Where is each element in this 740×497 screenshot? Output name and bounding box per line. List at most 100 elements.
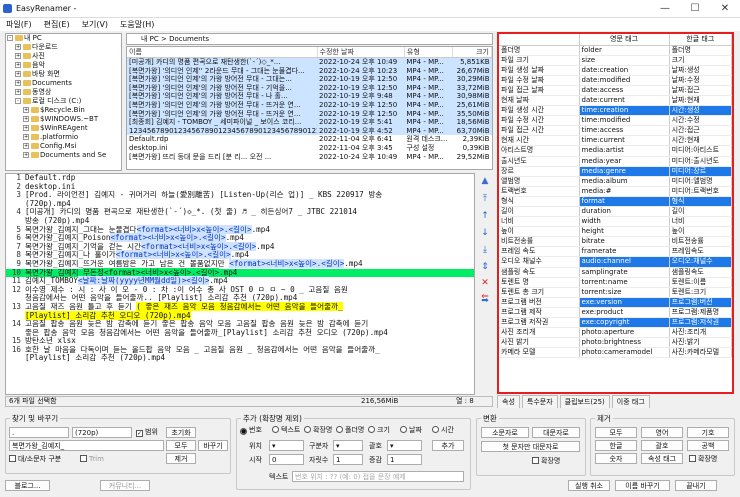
- convert-ext-checkbox[interactable]: 확장명: [532, 457, 560, 466]
- file-row[interactable]: [복면가왕] 뜨리 등대 문을 드리 [분 리... 오전 ... 2022-10…: [127, 153, 492, 162]
- tree-item[interactable]: + 다운로드: [6, 43, 121, 52]
- tree-expander-icon[interactable]: +: [23, 125, 29, 131]
- tree-item[interactable]: + 바탕 화면: [6, 70, 121, 79]
- move-top-icon[interactable]: ▲: [479, 175, 491, 187]
- remove-korean-button[interactable]: 한글: [595, 440, 637, 451]
- remove-space-button[interactable]: 공백: [687, 440, 729, 451]
- add-type-radio[interactable]: 폴더명: [336, 426, 364, 435]
- tag-row[interactable]: 프로그램 버전 exe:version 프로그램:버전: [499, 297, 732, 308]
- tag-row[interactable]: 파일 크기 size 크기: [499, 55, 732, 66]
- rename-editor[interactable]: 1 Default.rdp 2 desktop.ini 3 [Prod. 라이언전] 김예…: [5, 173, 475, 395]
- first-upper-button[interactable]: 첫 문자만 대문자로: [481, 441, 580, 452]
- tree-expander-icon[interactable]: -: [7, 35, 13, 41]
- tree-expander-icon[interactable]: +: [23, 143, 29, 149]
- tag-row[interactable]: 파일 접근 시간 time:access 시간:접근: [499, 125, 732, 137]
- tree-item[interactable]: + 동영상: [6, 88, 121, 97]
- tree-expander-icon[interactable]: -: [15, 98, 21, 104]
- remove-ext-checkbox[interactable]: 확장명: [689, 455, 717, 464]
- undo-button[interactable]: 실행 취소: [568, 480, 610, 491]
- uppercase-button[interactable]: 대문자로: [532, 427, 580, 438]
- tag-row[interactable]: 폴더명 folder 폴더명: [499, 45, 732, 56]
- file-row[interactable]: [복면가왕] '의디언 인제'의 가왕 방어전 무대 - 그대는... 2022-…: [127, 75, 492, 84]
- case-checkbox[interactable]: 대/소문자 구분: [9, 455, 61, 464]
- community-button[interactable]: 커뮤니티...: [100, 480, 150, 491]
- tag-row[interactable]: 높이 height 높이: [499, 226, 732, 238]
- start-input[interactable]: 0: [269, 454, 304, 465]
- file-row[interactable]: [미공개] 카디의 명품 편곡으로 재탄생한(`-´)◇_*... 2022-10…: [127, 57, 492, 67]
- tag-row[interactable]: 현재 날짜 date:current 날짜:현재: [499, 95, 732, 107]
- lowercase-button[interactable]: 소문자로: [481, 427, 529, 438]
- tree-expander-icon[interactable]: +: [15, 53, 21, 59]
- tree-expander-icon[interactable]: +: [15, 62, 21, 68]
- file-row[interactable]: 1234567890123456789012345678901234567890…: [127, 126, 492, 136]
- menu-view[interactable]: 보기(V): [76, 18, 114, 31]
- tree-expander-icon[interactable]: +: [23, 152, 29, 158]
- tag-row[interactable]: 사진 조리개 photo:aperture 사진:조리개: [499, 327, 732, 339]
- move-down-all-icon[interactable]: ⤓: [479, 244, 491, 256]
- editor-line[interactable]: [Playlist] 소리감 추천 (720p).mp4: [6, 354, 474, 363]
- maximize-button[interactable]: ☐: [680, 0, 710, 18]
- tree-item[interactable]: + 사진: [6, 52, 121, 61]
- tag-row[interactable]: 파일 접근 날짜 date:access 날짜:접근: [499, 85, 732, 96]
- exit-button[interactable]: 끝내기: [675, 480, 717, 491]
- move-up-all-icon[interactable]: ⤒: [479, 193, 491, 205]
- change-button[interactable]: 바꾸기: [198, 440, 228, 451]
- tag-row[interactable]: 프레임 속도 framerate 프레임속도: [499, 246, 732, 258]
- find-input-2[interactable]: (720p): [72, 427, 132, 438]
- increment-input[interactable]: 1: [387, 454, 422, 465]
- tag-row[interactable]: 앨범명 media:album 미디어:앨범명: [499, 176, 732, 187]
- find-all-button[interactable]: 모두: [166, 440, 196, 451]
- tag-row[interactable]: 샘플링 속도 samplingrate 샘플링속도: [499, 267, 732, 278]
- tag-panel[interactable]: 영문 태그 한글 태그 폴더명 folder 폴더명 파일 크기 size 크기 파일 생성…: [497, 32, 734, 394]
- tag-row[interactable]: 오디오 채널수 audio:channel 오디오:채널수: [499, 256, 732, 268]
- tag-row[interactable]: 현재 시간 time:current 시간:현재: [499, 135, 732, 147]
- minimize-button[interactable]: —: [650, 0, 680, 18]
- col-modified[interactable]: 수정한 날짜: [317, 47, 405, 58]
- editor-line[interactable]: 1 Default.rdp: [6, 174, 474, 183]
- menu-edit[interactable]: 편집(E): [38, 18, 76, 31]
- tag-row[interactable]: 너비 width 너비: [499, 216, 732, 228]
- add-button[interactable]: 추가: [432, 440, 464, 451]
- tree-item[interactable]: + Documents and Se: [6, 151, 121, 160]
- remove-all-button[interactable]: 모두: [595, 427, 637, 438]
- editor-line[interactable]: 좋은 팝송 음악 모음 청음감에서는 어떤 음악을 들어줄까_[Playlist…: [6, 328, 474, 338]
- menu-file[interactable]: 파일(F): [0, 18, 38, 31]
- move-up-icon[interactable]: ↑: [479, 210, 491, 222]
- find-input[interactable]: .: [9, 427, 69, 438]
- tag-row[interactable]: 장르 media:genre 미디어:장르: [499, 166, 732, 177]
- file-row[interactable]: [복면가왕] '의디언 인제'' 2라운드 무대 - 그대는 눈물겹다... 20…: [127, 66, 492, 76]
- tree-item[interactable]: + $WinREAgent: [6, 124, 121, 133]
- tree-item[interactable]: + .platformio: [6, 133, 121, 142]
- add-type-radio[interactable]: 시간: [432, 426, 454, 435]
- tag-row[interactable]: 사진 밝기 photo:brightness 사진:밝기: [499, 337, 732, 349]
- apply-arrow-icon[interactable]: ➡: [479, 295, 491, 307]
- tree-item[interactable]: + $WINDOWS.~BT: [6, 115, 121, 124]
- tab-clipboard[interactable]: 클립보드(25): [559, 395, 610, 408]
- tag-row[interactable]: 토렌트 명 torrent:name 토렌트:이름: [499, 277, 732, 288]
- swap-icon[interactable]: ⇕: [479, 261, 491, 273]
- tag-row[interactable]: 파일 수정 날짜 date:modified 날짜:수정: [499, 75, 732, 86]
- tree-expander-icon[interactable]: +: [15, 80, 21, 86]
- tag-row[interactable]: 파일 생성 시간 time:creation 시간:생성: [499, 105, 732, 117]
- bracket-select[interactable]: ▾: [387, 440, 422, 451]
- tag-row[interactable]: 카메라 모델 photo:cameramodel 사진:카메라모델: [499, 347, 732, 359]
- address-bar[interactable]: 내 PC > Documents: [126, 33, 493, 45]
- tag-row[interactable]: 파일 수정 시간 time:modified 시간:수정: [499, 115, 732, 127]
- add-type-radio[interactable]: ● 번호: [240, 426, 262, 435]
- tree-expander-icon[interactable]: +: [15, 71, 21, 77]
- add-type-radio[interactable]: 확장명: [304, 426, 332, 435]
- tree-item[interactable]: + Config.Msi: [6, 142, 121, 151]
- add-type-radio[interactable]: 크기: [368, 426, 390, 435]
- tab-properties[interactable]: 속성: [497, 395, 520, 408]
- tab-dual-tag[interactable]: 이중 태그: [611, 395, 650, 408]
- separator-select[interactable]: ▾: [333, 440, 363, 451]
- file-list[interactable]: 이름 수정한 날짜 유형 크기 [미공개] 카디의 명품 편곡으로 재탄생한(`…: [126, 46, 493, 170]
- col-name[interactable]: 이름: [127, 47, 318, 58]
- position-select[interactable]: ▾: [269, 440, 304, 451]
- editor-line[interactable]: 3 [Prod. 라이언전] 김예지 - 귀머거리 하늘(愛別離苦) [Liste…: [6, 190, 474, 200]
- remove-bracket-button[interactable]: 괄호: [641, 440, 683, 451]
- tree-expander-icon[interactable]: +: [15, 89, 21, 95]
- tag-row[interactable]: 프로그램 저작권 exe:copyright 프로그램:저작권: [499, 317, 732, 329]
- tree-item[interactable]: + $Recycle.Bin: [6, 106, 121, 115]
- add-type-radio[interactable]: 텍스트: [272, 426, 300, 435]
